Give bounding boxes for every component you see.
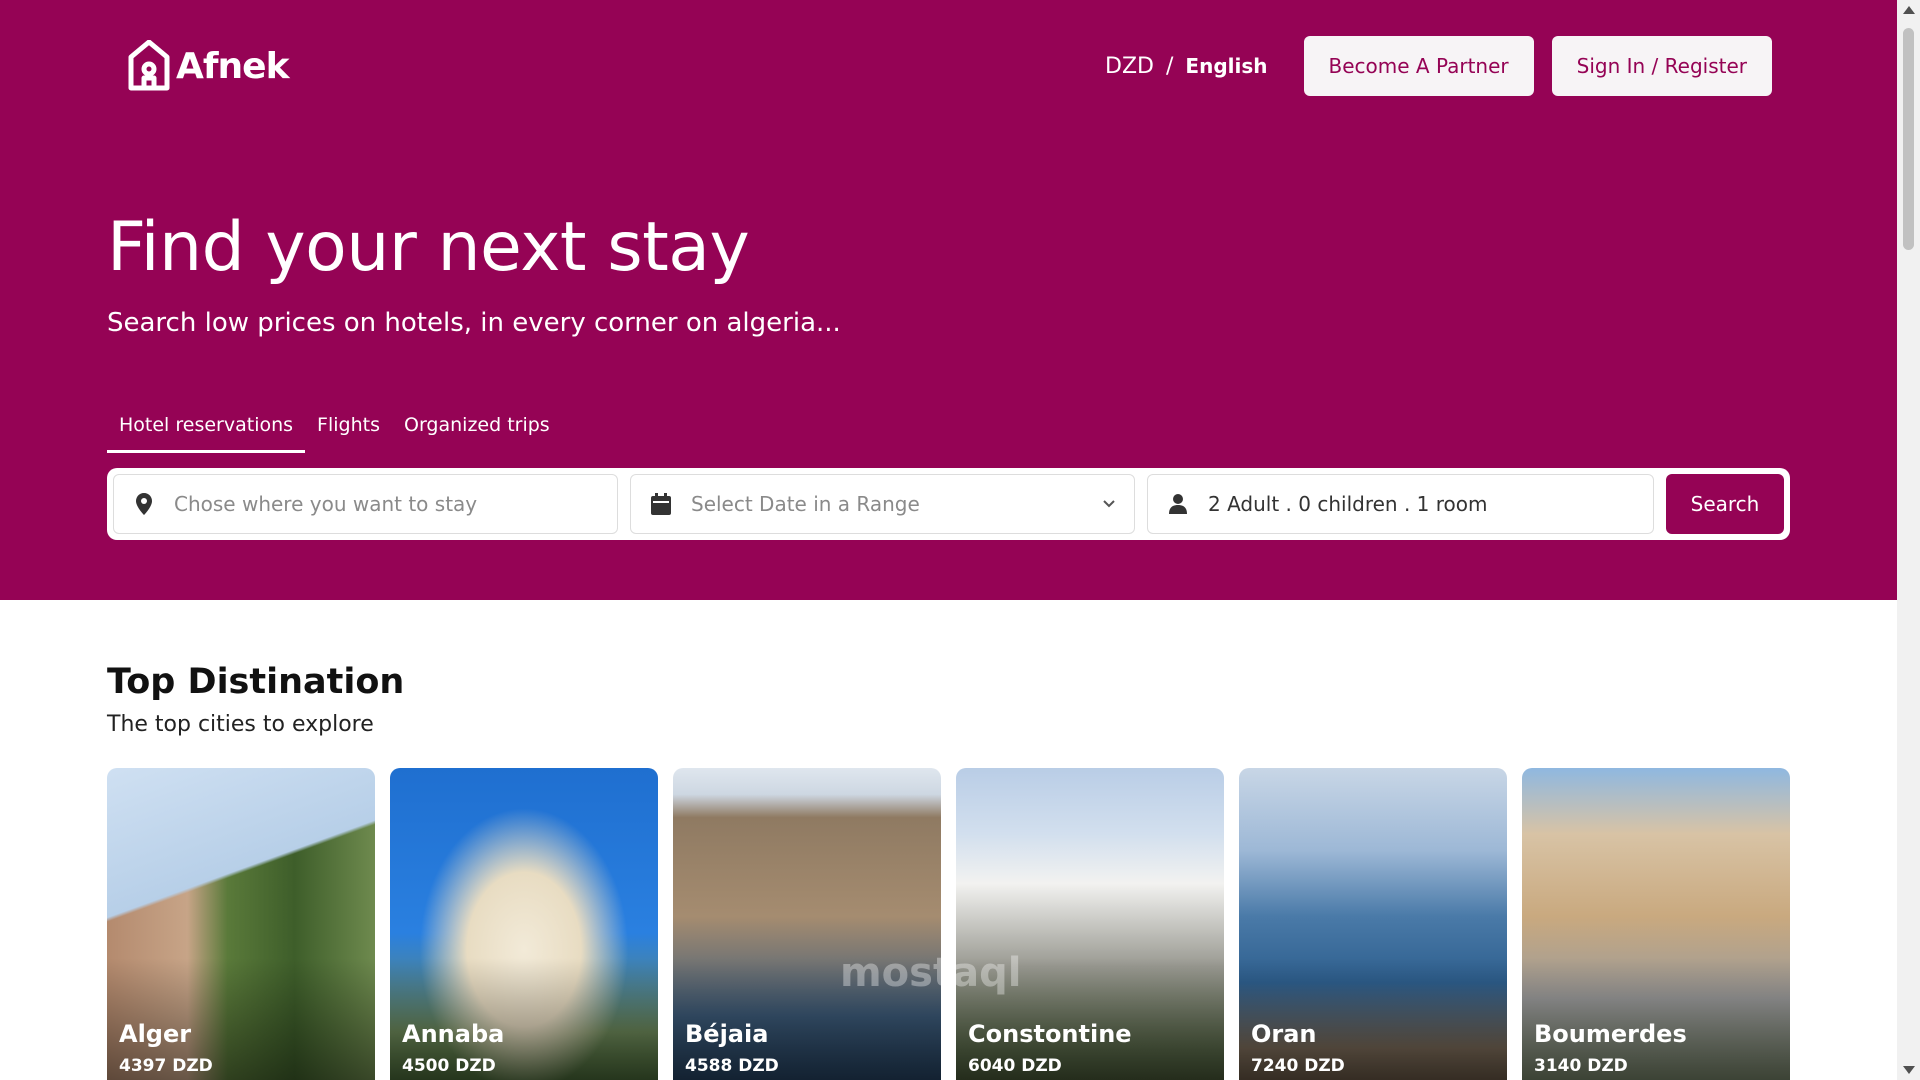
card-city-name: Annaba (402, 1020, 505, 1048)
watermark: mostaql (840, 950, 1022, 996)
date-range-field[interactable]: Select Date in a Range (630, 474, 1135, 534)
currency-selector[interactable]: DZD (1105, 54, 1154, 79)
destination-cards: Alger 4397 DZD Annaba 4500 DZD Béjaia 45… (107, 768, 1790, 1080)
hero-banner: Afnek DZD / English Become A Partner Sig… (0, 0, 1897, 600)
become-partner-button[interactable]: Become A Partner (1303, 36, 1534, 96)
destination-card-alger[interactable]: Alger 4397 DZD (107, 768, 375, 1080)
location-field[interactable]: Chose where you want to stay (113, 474, 618, 534)
tab-hotel-reservations[interactable]: Hotel reservations (107, 408, 306, 453)
language-selector[interactable]: English (1185, 54, 1267, 78)
card-price: 7240 DZD (1251, 1056, 1345, 1076)
sign-in-register-button[interactable]: Sign In / Register (1551, 36, 1772, 96)
scroll-down-arrow-icon[interactable] (1903, 1066, 1915, 1074)
card-city-name: Boumerdes (1534, 1020, 1687, 1048)
destination-card-oran[interactable]: Oran 7240 DZD (1239, 768, 1507, 1080)
destinations-subtitle: The top cities to explore (107, 712, 374, 737)
vertical-scrollbar[interactable] (1897, 0, 1920, 1080)
card-price: 4588 DZD (685, 1056, 779, 1076)
search-bar: Chose where you want to stay Select Date… (107, 468, 1790, 540)
header-actions: DZD / English Become A Partner Sign In /… (1105, 36, 1772, 96)
tab-flights[interactable]: Flights (305, 408, 392, 453)
separator: / (1166, 53, 1174, 79)
destinations-title: Top Distination (107, 662, 405, 702)
card-city-name: Oran (1251, 1020, 1317, 1048)
booking-tabs: Hotel reservations Flights Organized tri… (107, 408, 562, 453)
location-placeholder: Chose where you want to stay (174, 492, 478, 516)
house-logo-icon (128, 40, 170, 91)
hero-title: Find your next stay (107, 208, 750, 287)
destination-card-bejaia[interactable]: Béjaia 4588 DZD (673, 768, 941, 1080)
card-price: 6040 DZD (968, 1056, 1062, 1076)
logo-text: Afnek (176, 45, 290, 87)
card-price: 3140 DZD (1534, 1056, 1628, 1076)
card-city-name: Constontine (968, 1020, 1132, 1048)
chevron-down-icon[interactable] (1102, 499, 1116, 509)
map-pin-icon (132, 492, 156, 516)
card-price: 4397 DZD (119, 1056, 213, 1076)
destination-card-annaba[interactable]: Annaba 4500 DZD (390, 768, 658, 1080)
tab-organized-trips[interactable]: Organized trips (392, 408, 562, 453)
calendar-icon (649, 492, 673, 516)
hero-subtitle: Search low prices on hotels, in every co… (107, 308, 841, 338)
card-price: 4500 DZD (402, 1056, 496, 1076)
destination-card-constontine[interactable]: Constontine 6040 DZD (956, 768, 1224, 1080)
guests-value: 2 Adult . 0 children . 1 room (1208, 492, 1488, 516)
scrollbar-thumb[interactable] (1903, 28, 1914, 250)
card-city-name: Alger (119, 1020, 192, 1048)
destination-card-boumerdes[interactable]: Boumerdes 3140 DZD (1522, 768, 1790, 1080)
scroll-up-arrow-icon[interactable] (1903, 6, 1915, 14)
search-button[interactable]: Search (1666, 474, 1784, 534)
person-icon (1166, 492, 1190, 516)
card-city-name: Béjaia (685, 1020, 769, 1048)
guests-field[interactable]: 2 Adult . 0 children . 1 room (1147, 474, 1654, 534)
date-placeholder: Select Date in a Range (691, 492, 920, 516)
logo[interactable]: Afnek (128, 40, 290, 92)
